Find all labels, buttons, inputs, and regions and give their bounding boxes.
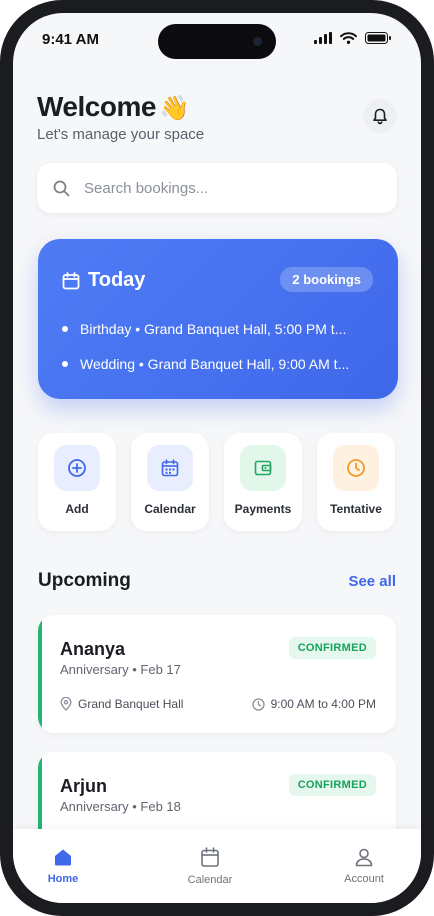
tentative-icon-tile	[333, 445, 379, 491]
today-booking-item[interactable]: Wedding • Grand Banquet Hall, 9:00 AM t.…	[62, 356, 349, 372]
wifi-icon	[340, 32, 357, 44]
calendar-icon	[201, 847, 219, 867]
today-header: Today	[62, 269, 145, 292]
wave-emoji: 👋	[159, 95, 190, 122]
search-bar[interactable]	[37, 163, 397, 213]
welcome-text: Welcome	[37, 91, 156, 122]
page-subtitle: Let's manage your space	[37, 126, 205, 143]
add-label: Add	[65, 502, 89, 516]
search-input[interactable]	[82, 178, 372, 198]
booking-time: 9:00 AM to 4:00 PM	[251, 697, 376, 711]
calendar-button[interactable]: Calendar	[131, 433, 209, 531]
status-icons	[314, 32, 392, 44]
calendar-label: Calendar	[144, 502, 196, 516]
calendar-icon	[161, 459, 179, 477]
wallet-icon	[254, 460, 272, 476]
signal-icon	[314, 32, 332, 44]
page-title: Welcome 👋	[37, 91, 190, 123]
dynamic-island	[158, 24, 276, 59]
clock-icon	[251, 697, 265, 711]
today-booking-item[interactable]: Birthday • Grand Banquet Hall, 5:00 PM t…	[62, 321, 346, 337]
add-button[interactable]: Add	[38, 433, 116, 531]
tab-account-label: Account	[344, 873, 384, 885]
bottom-tab-bar: Home Calendar Account	[13, 829, 421, 903]
today-booking-text: Birthday • Grand Banquet Hall, 5:00 PM t…	[80, 321, 347, 337]
status-time: 9:41 AM	[42, 31, 99, 48]
plus-circle-icon	[68, 459, 86, 477]
booking-event: Anniversary • Feb 17	[60, 662, 181, 677]
bell-icon	[373, 108, 387, 124]
upcoming-title: Upcoming	[38, 570, 131, 591]
status-badge: CONFIRMED	[288, 637, 376, 659]
bookings-count-badge: 2 bookings	[280, 267, 373, 292]
home-icon	[55, 849, 71, 866]
calendar-icon-tile	[147, 445, 193, 491]
booking-venue: Grand Banquet Hall	[60, 697, 183, 711]
location-pin-icon	[60, 697, 72, 711]
quick-actions: Add Calendar Payments Tentative	[38, 433, 398, 531]
search-icon	[53, 180, 70, 196]
booking-name: Ananya	[60, 639, 126, 659]
clock-icon	[347, 459, 365, 477]
tab-home-label: Home	[47, 873, 79, 885]
today-card[interactable]: Today 2 bookings Birthday • Grand Banque…	[38, 239, 398, 399]
notifications-button[interactable]	[363, 99, 397, 133]
bullet-dot	[62, 326, 68, 332]
today-title: Today	[88, 269, 146, 291]
payments-button[interactable]: Payments	[224, 433, 302, 531]
battery-icon	[365, 32, 391, 44]
tab-calendar[interactable]: Calendar	[170, 847, 250, 886]
booking-venue-text: Grand Banquet Hall	[78, 697, 184, 711]
tab-calendar-label: Calendar	[187, 874, 233, 886]
booking-card[interactable]: Ananya Anniversary • Feb 17 CONFIRMED Gr…	[38, 615, 396, 733]
phone-frame: 9:41 AM Welcome 👋 Let's manage your spac…	[0, 0, 434, 916]
today-booking-text: Wedding • Grand Banquet Hall, 9:00 AM t.…	[80, 356, 350, 372]
booking-time-text: 9:00 AM to 4:00 PM	[270, 697, 376, 711]
payments-icon-tile	[240, 445, 286, 491]
payments-label: Payments	[234, 502, 292, 516]
add-icon-tile	[54, 445, 100, 491]
status-badge: CONFIRMED	[288, 774, 376, 796]
booking-name: Arjun	[60, 776, 107, 796]
tab-account[interactable]: Account	[324, 847, 404, 885]
calendar-icon	[62, 271, 80, 289]
tab-home[interactable]: Home	[23, 847, 103, 885]
see-all-link[interactable]: See all	[348, 573, 396, 590]
camera-icon	[253, 37, 262, 46]
tentative-label: Tentative	[330, 502, 382, 516]
app-screen: 9:41 AM Welcome 👋 Let's manage your spac…	[13, 13, 421, 903]
tentative-button[interactable]: Tentative	[317, 433, 395, 531]
booking-event: Anniversary • Feb 18	[60, 799, 181, 814]
user-icon	[355, 848, 373, 867]
bullet-dot	[62, 361, 68, 367]
